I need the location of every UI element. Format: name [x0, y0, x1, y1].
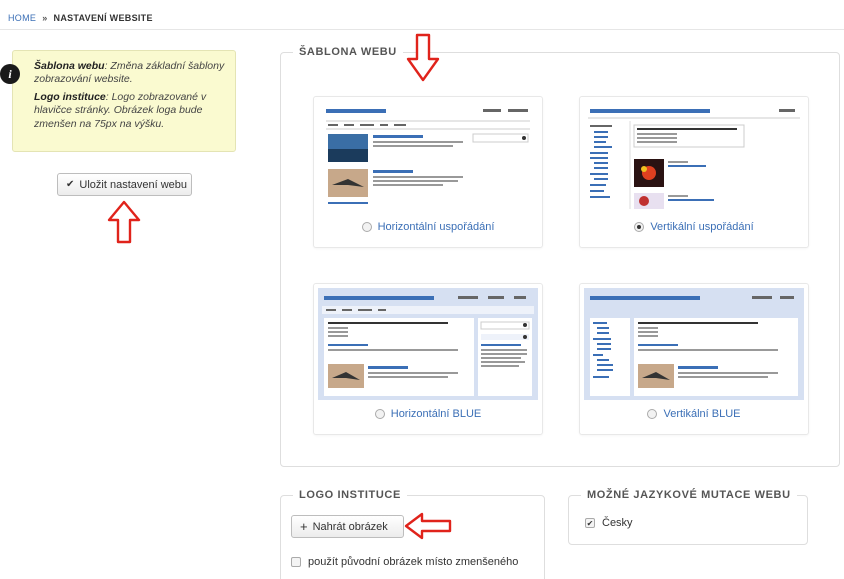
info-template-title: Šablona webu: [34, 60, 105, 72]
template-preview-vertical-blue: [584, 288, 804, 400]
template-preview-horizontal-blue: [318, 288, 538, 400]
radio-vertical-blue[interactable]: [647, 409, 658, 419]
breadcrumb-home-link[interactable]: HOME: [8, 13, 36, 23]
info-icon: i: [0, 64, 20, 84]
radio-vertical[interactable]: [634, 222, 645, 232]
language-cesky-label: Česky: [602, 517, 633, 529]
upload-image-button[interactable]: + Nahrát obrázek: [291, 515, 404, 538]
info-template-text: Šablona webu: Změna základní šablony zob…: [34, 60, 225, 87]
annotation-arrow-down-icon: [406, 33, 440, 82]
template-option-horizontal-blue[interactable]: Horizontální BLUE: [314, 408, 542, 420]
breadcrumb: HOME » NASTAVENÍ WEBSITE: [8, 13, 153, 23]
use-original-image-option[interactable]: použít původní obrázek místo zmenšeného: [291, 556, 518, 568]
breadcrumb-separator: »: [42, 13, 48, 23]
save-settings-label: Uložit nastavení webu: [79, 178, 188, 191]
template-card-vertical[interactable]: Vertikální uspořádání: [579, 96, 809, 248]
template-label-vertical: Vertikální uspořádání: [650, 221, 754, 233]
info-logo-title: Logo instituce: [34, 90, 106, 103]
use-original-image-label: použít původní obrázek místo zmenšeného: [308, 556, 519, 568]
template-card-vertical-blue[interactable]: Vertikální BLUE: [579, 283, 809, 435]
template-label-horizontal: Horizontální uspořádání: [377, 221, 495, 233]
template-option-horizontal[interactable]: Horizontální uspořádání: [314, 221, 542, 233]
check-icon: ✔: [66, 179, 75, 190]
info-logo-text: Logo instituce: Logo zobrazované v hlavi…: [34, 91, 225, 131]
template-legend: ŠABLONA WEBU: [293, 46, 403, 58]
template-label-vertical-blue: Vertikální BLUE: [663, 408, 741, 420]
template-option-vertical[interactable]: Vertikální uspořádání: [580, 221, 808, 233]
template-preview-vertical: [584, 101, 804, 213]
upload-image-label: Nahrát obrázek: [312, 520, 388, 533]
language-option-cesky[interactable]: ✔ Česky: [585, 517, 633, 529]
radio-horizontal[interactable]: [361, 222, 372, 232]
template-card-horizontal[interactable]: Horizontální uspořádání: [313, 96, 543, 248]
annotation-arrow-up-icon: [107, 200, 141, 244]
breadcrumb-current: NASTAVENÍ WEBSITE: [53, 13, 153, 23]
info-box: Šablona webu: Změna základní šablony zob…: [12, 50, 236, 152]
logo-legend: LOGO INSTITUCE: [293, 489, 407, 501]
template-preview-horizontal: [318, 101, 538, 213]
radio-horizontal-blue[interactable]: [374, 409, 385, 419]
annotation-arrow-left-icon: [404, 512, 452, 540]
save-settings-button[interactable]: ✔ Uložit nastavení webu: [57, 173, 192, 196]
template-option-vertical-blue[interactable]: Vertikální BLUE: [580, 408, 808, 420]
use-original-image-checkbox[interactable]: [291, 557, 301, 567]
template-label-horizontal-blue: Horizontální BLUE: [390, 408, 482, 420]
plus-icon: +: [300, 519, 308, 534]
languages-legend: MOŽNÉ JAZYKOVÉ MUTACE WEBU: [581, 489, 797, 501]
template-card-horizontal-blue[interactable]: Horizontální BLUE: [313, 283, 543, 435]
language-cesky-checkbox[interactable]: ✔: [585, 518, 595, 528]
header-divider: [0, 29, 844, 30]
